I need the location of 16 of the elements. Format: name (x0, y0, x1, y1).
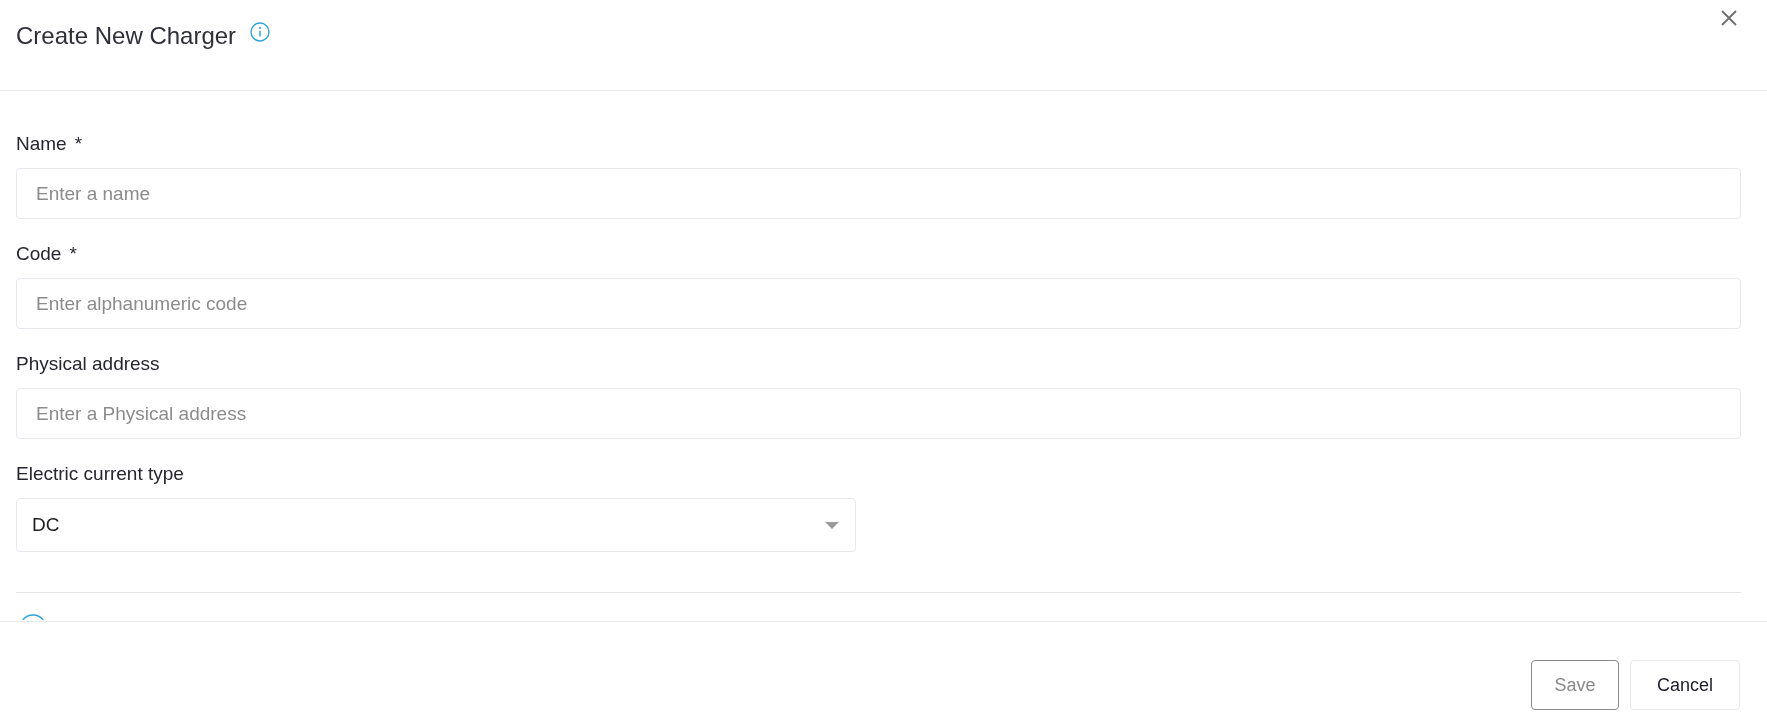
caret-icon (825, 521, 839, 529)
field-label: Code (16, 242, 62, 266)
required-mark: * (69, 242, 77, 266)
input-field[interactable]: Enter a name (16, 168, 1741, 219)
info-icon (250, 22, 271, 42)
field-label: Physical address (16, 352, 160, 376)
input-field[interactable]: Enter a Physical address (16, 388, 1741, 439)
field-label: Electric current type (16, 462, 184, 486)
action-button[interactable]: Cancel (1630, 660, 1740, 710)
field-label: Name (16, 132, 67, 156)
input-field[interactable]: Enter alphanumeric code (16, 278, 1741, 329)
select-field[interactable]: DC (16, 498, 856, 552)
required-mark: * (74, 132, 83, 156)
close-button[interactable] (1721, 10, 1737, 26)
close-icon (1721, 10, 1737, 26)
dialog-title: Create New Charger (16, 21, 237, 51)
